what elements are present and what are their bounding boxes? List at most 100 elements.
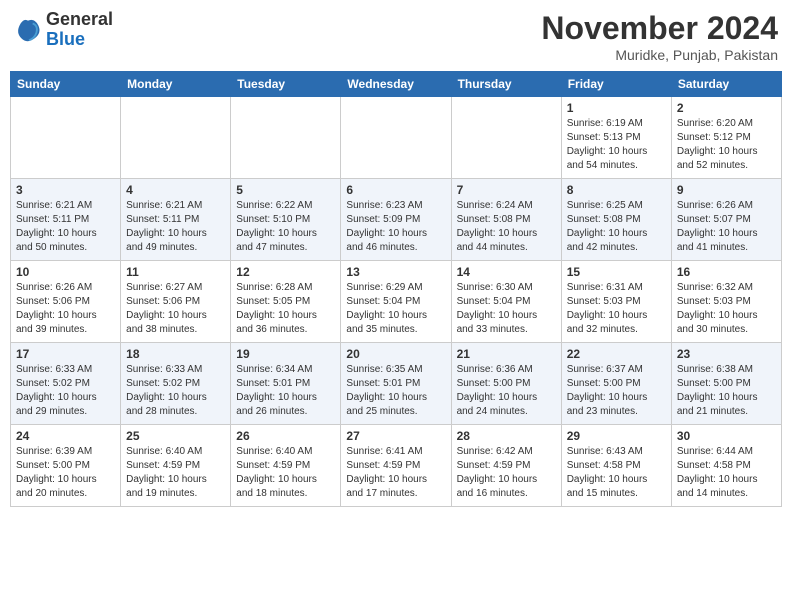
calendar-day-header: Wednesday: [341, 72, 451, 97]
calendar-cell: 21Sunrise: 6:36 AM Sunset: 5:00 PM Dayli…: [451, 343, 561, 425]
calendar-week-row: 3 Sunrise: 6:21 AM Sunset: 5:11 PM Daylig…: [11, 179, 782, 261]
calendar-cell: 23 Sunrise: 6:38 AM Sunset: 5:00 PM Dayli…: [671, 343, 781, 425]
day-number: 2: [677, 101, 776, 115]
logo: General Blue: [14, 10, 113, 50]
calendar-cell: 12 Sunrise: 6:28 AM Sunset: 5:05 PM Dayli…: [231, 261, 341, 343]
day-info: Sunrise: 6:26 AM Sunset: 5:07 PM Dayligh…: [677, 199, 776, 255]
calendar-cell: 8 Sunrise: 6:25 AM Sunset: 5:08 PM Daylig…: [561, 179, 671, 261]
day-info: Sunrise: 6:32 AM Sunset: 5:03 PM Dayligh…: [677, 281, 776, 337]
day-info: Sunrise: 6:34 AM Sunset: 5:01 PM Dayligh…: [236, 363, 335, 419]
calendar-cell: 2Sunrise: 6:20 AM Sunset: 5:12 PM Daylig…: [671, 97, 781, 179]
calendar-cell: 9 Sunrise: 6:26 AM Sunset: 5:07 PM Daylig…: [671, 179, 781, 261]
day-info: Sunrise: 6:35 AM Sunset: 5:01 PM Dayligh…: [346, 363, 445, 419]
calendar-cell: [11, 97, 121, 179]
day-number: 16: [677, 265, 776, 279]
page: General Blue November 2024 Muridke, Punj…: [0, 0, 792, 612]
calendar-cell: 7Sunrise: 6:24 AM Sunset: 5:08 PM Daylig…: [451, 179, 561, 261]
calendar-day-header: Thursday: [451, 72, 561, 97]
day-number: 3: [16, 183, 115, 197]
day-info: Sunrise: 6:40 AM Sunset: 4:59 PM Dayligh…: [126, 445, 225, 501]
day-number: 29: [567, 429, 666, 443]
calendar-cell: 20 Sunrise: 6:35 AM Sunset: 5:01 PM Dayli…: [341, 343, 451, 425]
location: Muridke, Punjab, Pakistan: [541, 47, 778, 63]
day-info: Sunrise: 6:30 AM Sunset: 5:04 PM Dayligh…: [457, 281, 556, 337]
day-info: Sunrise: 6:21 AM Sunset: 5:11 PM Dayligh…: [16, 199, 115, 255]
header: General Blue November 2024 Muridke, Punj…: [10, 10, 782, 63]
day-info: Sunrise: 6:19 AM Sunset: 5:13 PM Dayligh…: [567, 117, 666, 173]
day-info: Sunrise: 6:39 AM Sunset: 5:00 PM Dayligh…: [16, 445, 115, 501]
day-number: 10: [16, 265, 115, 279]
calendar-cell: 18Sunrise: 6:33 AM Sunset: 5:02 PM Dayli…: [121, 343, 231, 425]
calendar-cell: 3 Sunrise: 6:21 AM Sunset: 5:11 PM Daylig…: [11, 179, 121, 261]
day-number: 27: [346, 429, 445, 443]
day-number: 13: [346, 265, 445, 279]
day-number: 23: [677, 347, 776, 361]
day-info: Sunrise: 6:41 AM Sunset: 4:59 PM Dayligh…: [346, 445, 445, 501]
day-number: 5: [236, 183, 335, 197]
day-number: 19: [236, 347, 335, 361]
day-info: Sunrise: 6:25 AM Sunset: 5:08 PM Dayligh…: [567, 199, 666, 255]
calendar-day-header: Tuesday: [231, 72, 341, 97]
calendar-cell: 16 Sunrise: 6:32 AM Sunset: 5:03 PM Dayli…: [671, 261, 781, 343]
day-info: Sunrise: 6:43 AM Sunset: 4:58 PM Dayligh…: [567, 445, 666, 501]
day-number: 6: [346, 183, 445, 197]
calendar-cell: 4 Sunrise: 6:21 AM Sunset: 5:11 PM Daylig…: [121, 179, 231, 261]
day-number: 4: [126, 183, 225, 197]
calendar-cell: [231, 97, 341, 179]
day-info: Sunrise: 6:27 AM Sunset: 5:06 PM Dayligh…: [126, 281, 225, 337]
calendar-cell: 10 Sunrise: 6:26 AM Sunset: 5:06 PM Dayli…: [11, 261, 121, 343]
calendar-cell: 6 Sunrise: 6:23 AM Sunset: 5:09 PM Daylig…: [341, 179, 451, 261]
calendar-cell: [121, 97, 231, 179]
calendar-cell: 25 Sunrise: 6:40 AM Sunset: 4:59 PM Dayli…: [121, 425, 231, 507]
calendar-cell: 26Sunrise: 6:40 AM Sunset: 4:59 PM Dayli…: [231, 425, 341, 507]
day-number: 17: [16, 347, 115, 361]
day-number: 26: [236, 429, 335, 443]
calendar-cell: 15Sunrise: 6:31 AM Sunset: 5:03 PM Dayli…: [561, 261, 671, 343]
calendar-cell: 27 Sunrise: 6:41 AM Sunset: 4:59 PM Dayli…: [341, 425, 451, 507]
calendar-header-row: SundayMondayTuesdayWednesdayThursdayFrid…: [11, 72, 782, 97]
logo-general: General: [46, 9, 113, 29]
calendar-cell: 29 Sunrise: 6:43 AM Sunset: 4:58 PM Dayli…: [561, 425, 671, 507]
calendar-cell: 22 Sunrise: 6:37 AM Sunset: 5:00 PM Dayli…: [561, 343, 671, 425]
day-info: Sunrise: 6:23 AM Sunset: 5:09 PM Dayligh…: [346, 199, 445, 255]
calendar-cell: 13Sunrise: 6:29 AM Sunset: 5:04 PM Dayli…: [341, 261, 451, 343]
day-number: 18: [126, 347, 225, 361]
day-number: 7: [457, 183, 556, 197]
day-info: Sunrise: 6:31 AM Sunset: 5:03 PM Dayligh…: [567, 281, 666, 337]
calendar-cell: 24 Sunrise: 6:39 AM Sunset: 5:00 PM Dayli…: [11, 425, 121, 507]
day-info: Sunrise: 6:26 AM Sunset: 5:06 PM Dayligh…: [16, 281, 115, 337]
calendar-cell: 30 Sunrise: 6:44 AM Sunset: 4:58 PM Dayli…: [671, 425, 781, 507]
calendar-cell: 1 Sunrise: 6:19 AM Sunset: 5:13 PM Daylig…: [561, 97, 671, 179]
calendar-day-header: Saturday: [671, 72, 781, 97]
calendar-cell: [451, 97, 561, 179]
day-info: Sunrise: 6:37 AM Sunset: 5:00 PM Dayligh…: [567, 363, 666, 419]
day-info: Sunrise: 6:28 AM Sunset: 5:05 PM Dayligh…: [236, 281, 335, 337]
day-number: 28: [457, 429, 556, 443]
day-info: Sunrise: 6:42 AM Sunset: 4:59 PM Dayligh…: [457, 445, 556, 501]
day-number: 24: [16, 429, 115, 443]
day-number: 25: [126, 429, 225, 443]
day-info: Sunrise: 6:36 AM Sunset: 5:00 PM Dayligh…: [457, 363, 556, 419]
calendar-cell: 17Sunrise: 6:33 AM Sunset: 5:02 PM Dayli…: [11, 343, 121, 425]
calendar-cell: 28 Sunrise: 6:42 AM Sunset: 4:59 PM Dayli…: [451, 425, 561, 507]
day-info: Sunrise: 6:22 AM Sunset: 5:10 PM Dayligh…: [236, 199, 335, 255]
day-number: 20: [346, 347, 445, 361]
day-number: 12: [236, 265, 335, 279]
calendar-week-row: 1 Sunrise: 6:19 AM Sunset: 5:13 PM Daylig…: [11, 97, 782, 179]
calendar-day-header: Monday: [121, 72, 231, 97]
month-title: November 2024: [541, 10, 778, 47]
calendar-cell: 5 Sunrise: 6:22 AM Sunset: 5:10 PM Daylig…: [231, 179, 341, 261]
day-number: 22: [567, 347, 666, 361]
day-number: 8: [567, 183, 666, 197]
day-number: 1: [567, 101, 666, 115]
day-info: Sunrise: 6:38 AM Sunset: 5:00 PM Dayligh…: [677, 363, 776, 419]
calendar-week-row: 17Sunrise: 6:33 AM Sunset: 5:02 PM Dayli…: [11, 343, 782, 425]
calendar-week-row: 24 Sunrise: 6:39 AM Sunset: 5:00 PM Dayli…: [11, 425, 782, 507]
day-number: 9: [677, 183, 776, 197]
logo-text: General Blue: [46, 10, 113, 50]
day-info: Sunrise: 6:21 AM Sunset: 5:11 PM Dayligh…: [126, 199, 225, 255]
calendar-cell: [341, 97, 451, 179]
day-number: 30: [677, 429, 776, 443]
day-info: Sunrise: 6:44 AM Sunset: 4:58 PM Dayligh…: [677, 445, 776, 501]
logo-blue: Blue: [46, 29, 85, 49]
